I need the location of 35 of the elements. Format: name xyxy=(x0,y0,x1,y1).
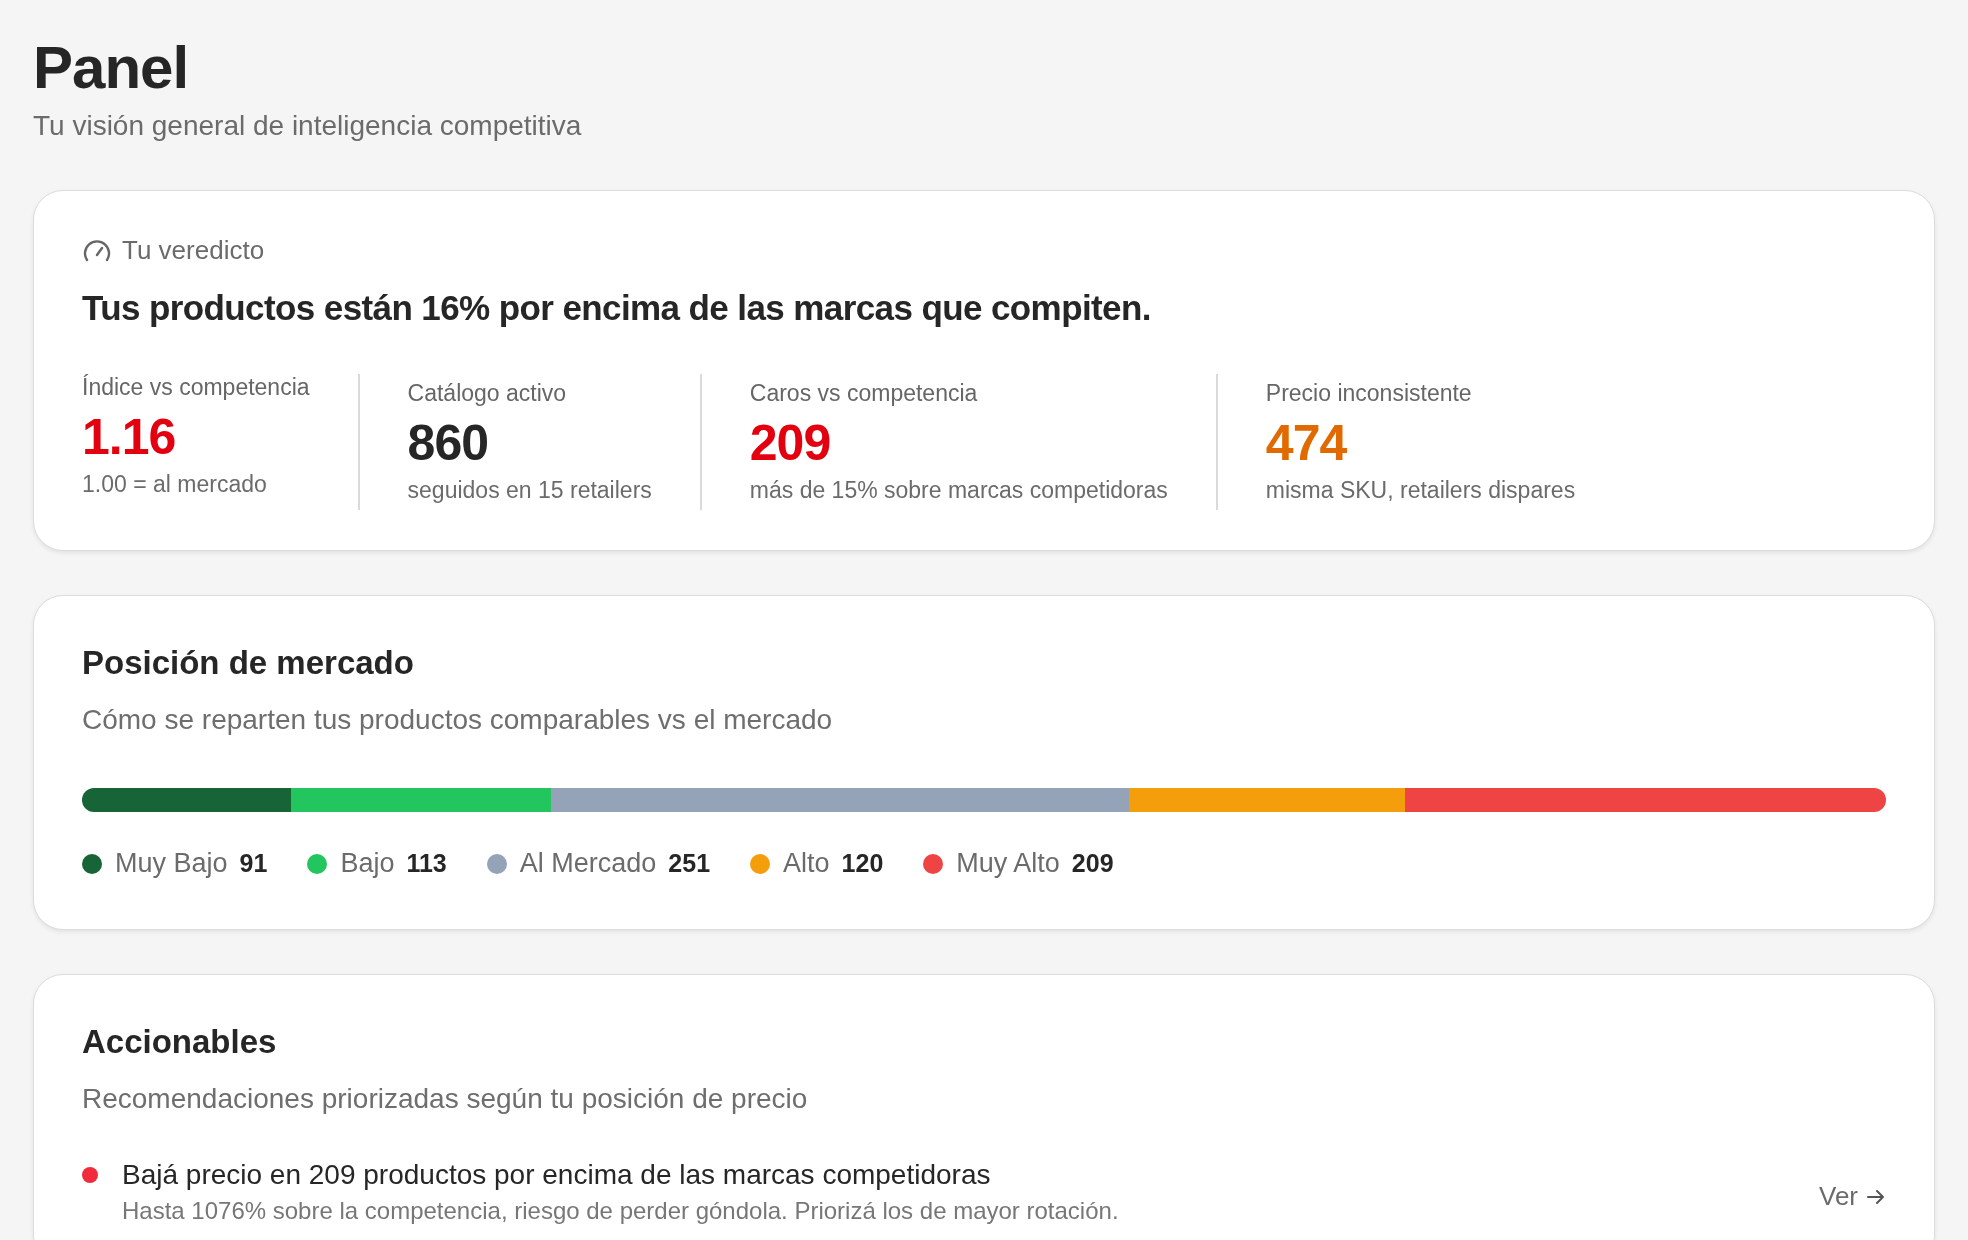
legend-count: 251 xyxy=(668,849,711,878)
section-subtitle: Recomendaciones priorizadas según tu posición de precio xyxy=(82,1083,809,1115)
legend-label: Al Mercado xyxy=(519,848,657,879)
view-link[interactable]: Ver xyxy=(1818,1181,1886,1212)
verdict-headline: Tus productos están 16% por encima de las marcas que compiten. xyxy=(82,288,1152,328)
section-title: Posición de mercado xyxy=(82,644,415,682)
stat-note: misma SKU, retailers dispares xyxy=(1265,477,1576,504)
stat-label: Precio inconsistente xyxy=(1265,380,1473,407)
stat-value: 1.16 xyxy=(82,408,177,467)
page-title: Panel xyxy=(33,33,190,103)
legend-label: Muy Bajo xyxy=(115,848,228,879)
section-title: Accionables xyxy=(82,1023,278,1061)
stat-value: 474 xyxy=(1265,414,1348,473)
legend-label: Muy Alto xyxy=(956,848,1060,879)
stat-note: seguidos en 15 retailers xyxy=(407,477,652,504)
action-title: Bajá precio en 209 productos por encima de las marcas competidoras xyxy=(122,1158,992,1192)
arrow-right-icon xyxy=(1866,1187,1886,1206)
legend-label: Alto xyxy=(783,848,830,879)
legend-count: 113 xyxy=(406,849,447,878)
legend-count: 91 xyxy=(239,849,268,878)
stat-note: más de 15% sobre marcas competidoras xyxy=(749,477,1168,504)
stat-value: 860 xyxy=(407,414,489,473)
legend-count: 209 xyxy=(1071,849,1114,878)
stat-value: 209 xyxy=(749,414,832,473)
section-subtitle: Cómo se reparten tus productos comparables vs el mercado xyxy=(82,704,834,736)
legend-label: Bajo xyxy=(340,848,395,879)
stat-label: Catálogo activo xyxy=(407,380,568,407)
stat-label: Índice vs competencia xyxy=(82,374,310,401)
stat-label: Caros vs competencia xyxy=(749,380,979,407)
verdict-label: Tu veredicto xyxy=(122,235,265,266)
action-detail: Hasta 1076% sobre la competencia, riesgo de perder góndola. Priorizá los de mayor rotación. xyxy=(122,1197,1120,1225)
legend-count: 120 xyxy=(841,849,884,878)
gauge-icon xyxy=(82,237,112,264)
stat-note: 1.00 = al mercado xyxy=(82,471,268,498)
page-subtitle: Tu visión general de inteligencia competitiva xyxy=(33,109,583,143)
